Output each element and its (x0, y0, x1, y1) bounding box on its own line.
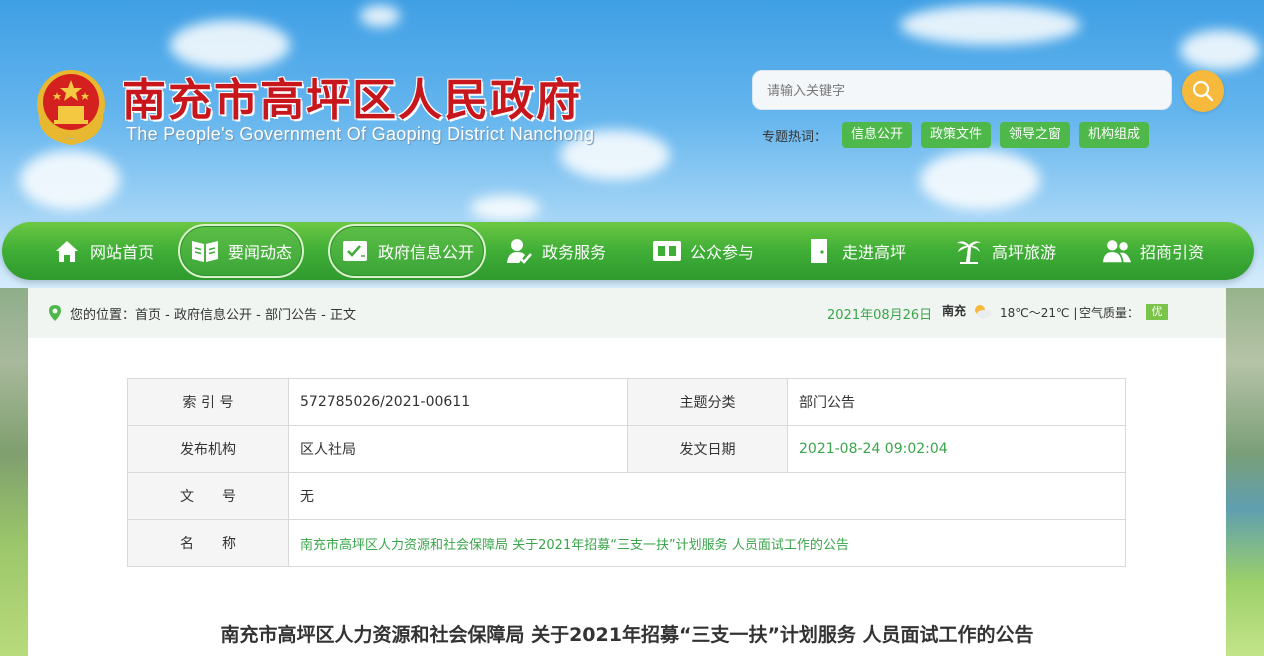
hot-tag-policy-docs[interactable]: 政策文件 (921, 122, 992, 148)
site-title: 南充市高坪区人民政府 (122, 75, 582, 126)
breadcrumb-current: 正文 (329, 308, 356, 323)
breadcrumb-gov-info[interactable]: 政府信息公开 (174, 308, 252, 323)
publisher-label: 发布机构 (127, 425, 289, 473)
partly-sunny-icon (975, 305, 991, 318)
breadcrumb-home[interactable]: 首页 (135, 308, 161, 323)
location-pin-icon (49, 305, 61, 321)
search-icon (1192, 80, 1214, 102)
palm-tree-icon (954, 236, 984, 266)
cloud-decoration (900, 5, 1080, 45)
breadcrumb-separator: - (252, 308, 265, 323)
cloud-decoration (470, 195, 540, 221)
table-row: 索 引 号 572785026/2021-00611 主题分类 部门公告 (127, 378, 1126, 426)
article-title: 南充市高坪区人力资源和社会保障局 关于2021年招募“三支一扶”计划服务 人员面… (220, 624, 1034, 646)
cloud-decoration (20, 150, 120, 210)
docno-value: 无 (288, 472, 1126, 520)
landscape-strip-right (1226, 288, 1264, 656)
nav-item-label: 走进高坪 (842, 243, 907, 262)
hot-tag-organization[interactable]: 机构组成 (1079, 122, 1150, 148)
breadcrumb-dept-notice[interactable]: 部门公告 (265, 308, 317, 323)
users-icon (1102, 236, 1132, 266)
temperature-value: 18℃～21℃ (1000, 306, 1070, 320)
nav-item-label: 网站首页 (90, 243, 155, 262)
nav-item-gov-info[interactable]: 政府信息公开 (328, 224, 487, 278)
index-value: 572785026/2021-00611 (288, 378, 628, 426)
nav-item-participation[interactable]: 公众参与 (652, 222, 754, 280)
nav-item-label: 公众参与 (690, 243, 755, 262)
hot-words-list: 信息公开 政策文件 领导之窗 机构组成 (842, 122, 1150, 148)
nav-item-about[interactable]: 走进高坪 (804, 222, 906, 280)
cloud-decoration (360, 5, 400, 27)
table-row: 名 称 南充市高坪区人力资源和社会保障局 关于2021年招募“三支一扶”计划服务… (127, 519, 1126, 567)
cloud-decoration (1180, 30, 1260, 70)
hot-tag-info-disclosure[interactable]: 信息公开 (842, 122, 913, 148)
user-check-icon (504, 236, 534, 266)
site-subtitle: The People's Government Of Gaoping Distr… (126, 124, 595, 144)
weather-city: 南充 (942, 304, 967, 318)
index-label: 索 引 号 (127, 378, 289, 426)
nav-item-label: 招商引资 (1140, 243, 1205, 262)
breadcrumb-prefix: 您的位置： (70, 308, 136, 323)
book-icon (190, 236, 220, 266)
grid-icon (652, 236, 682, 266)
docno-label: 文 号 (127, 472, 289, 520)
nav-item-label: 政务服务 (542, 243, 607, 262)
hot-words-label: 专题热词： (762, 130, 828, 145)
nav-item-tourism[interactable]: 高坪旅游 (954, 222, 1056, 280)
date-value: 2021-08-24 09:02:04 (787, 425, 1126, 473)
nav-item-news[interactable]: 要闻动态 (178, 224, 305, 278)
cloud-decoration (920, 150, 1040, 210)
name-label: 名 称 (127, 519, 289, 567)
national-emblem-icon (37, 70, 105, 146)
nav-item-home[interactable]: 网站首页 (52, 222, 154, 280)
table-row: 发布机构 区人社局 发文日期 2021-08-24 09:02:04 (127, 425, 1126, 473)
air-quality-badge: 优 (1146, 304, 1168, 320)
name-cell: 南充市高坪区人力资源和社会保障局 关于2021年招募“三支一扶”计划服务 人员面… (288, 519, 1126, 567)
nav-item-investment[interactable]: 招商引资 (1102, 222, 1204, 280)
door-icon (804, 236, 834, 266)
category-label: 主题分类 (627, 378, 788, 426)
search-button[interactable] (1182, 70, 1224, 112)
cloud-decoration (170, 20, 290, 70)
document-name-link[interactable]: 南充市高坪区人力资源和社会保障局 关于2021年招募“三支一扶”计划服务 人员面… (300, 538, 849, 553)
breadcrumb: 您的位置：首页 - 政府信息公开 - 部门公告 - 正文 (70, 304, 356, 323)
nav-item-services[interactable]: 政务服务 (504, 222, 606, 280)
nav-item-label: 要闻动态 (228, 243, 293, 262)
table-row: 文 号 无 (127, 472, 1126, 520)
temperature: 18℃～21℃ | (1000, 306, 1078, 320)
hot-tag-leaders[interactable]: 领导之窗 (1000, 122, 1071, 148)
date-label: 发文日期 (627, 425, 788, 473)
breadcrumb-separator: - (317, 308, 330, 323)
check-doc-icon (340, 236, 370, 266)
document-info-table: 索 引 号 572785026/2021-00611 主题分类 部门公告 发布机… (127, 378, 1126, 567)
breadcrumb-separator: - (161, 308, 174, 323)
current-date: 2021年08月26日 (827, 308, 933, 323)
search-input[interactable] (752, 70, 1172, 110)
category-value: 部门公告 (787, 378, 1126, 426)
nav-item-label: 政府信息公开 (378, 243, 475, 262)
publisher-value: 区人社局 (288, 425, 628, 473)
main-nav: 网站首页 要闻动态 政府信息公开 政务服务 公众参与 走进高坪 高坪旅游 招商引… (2, 222, 1254, 280)
air-quality-label: 空气质量： (1079, 306, 1140, 320)
nav-item-label: 高坪旅游 (992, 243, 1057, 262)
home-icon (52, 236, 82, 266)
landscape-strip-left (0, 288, 30, 656)
